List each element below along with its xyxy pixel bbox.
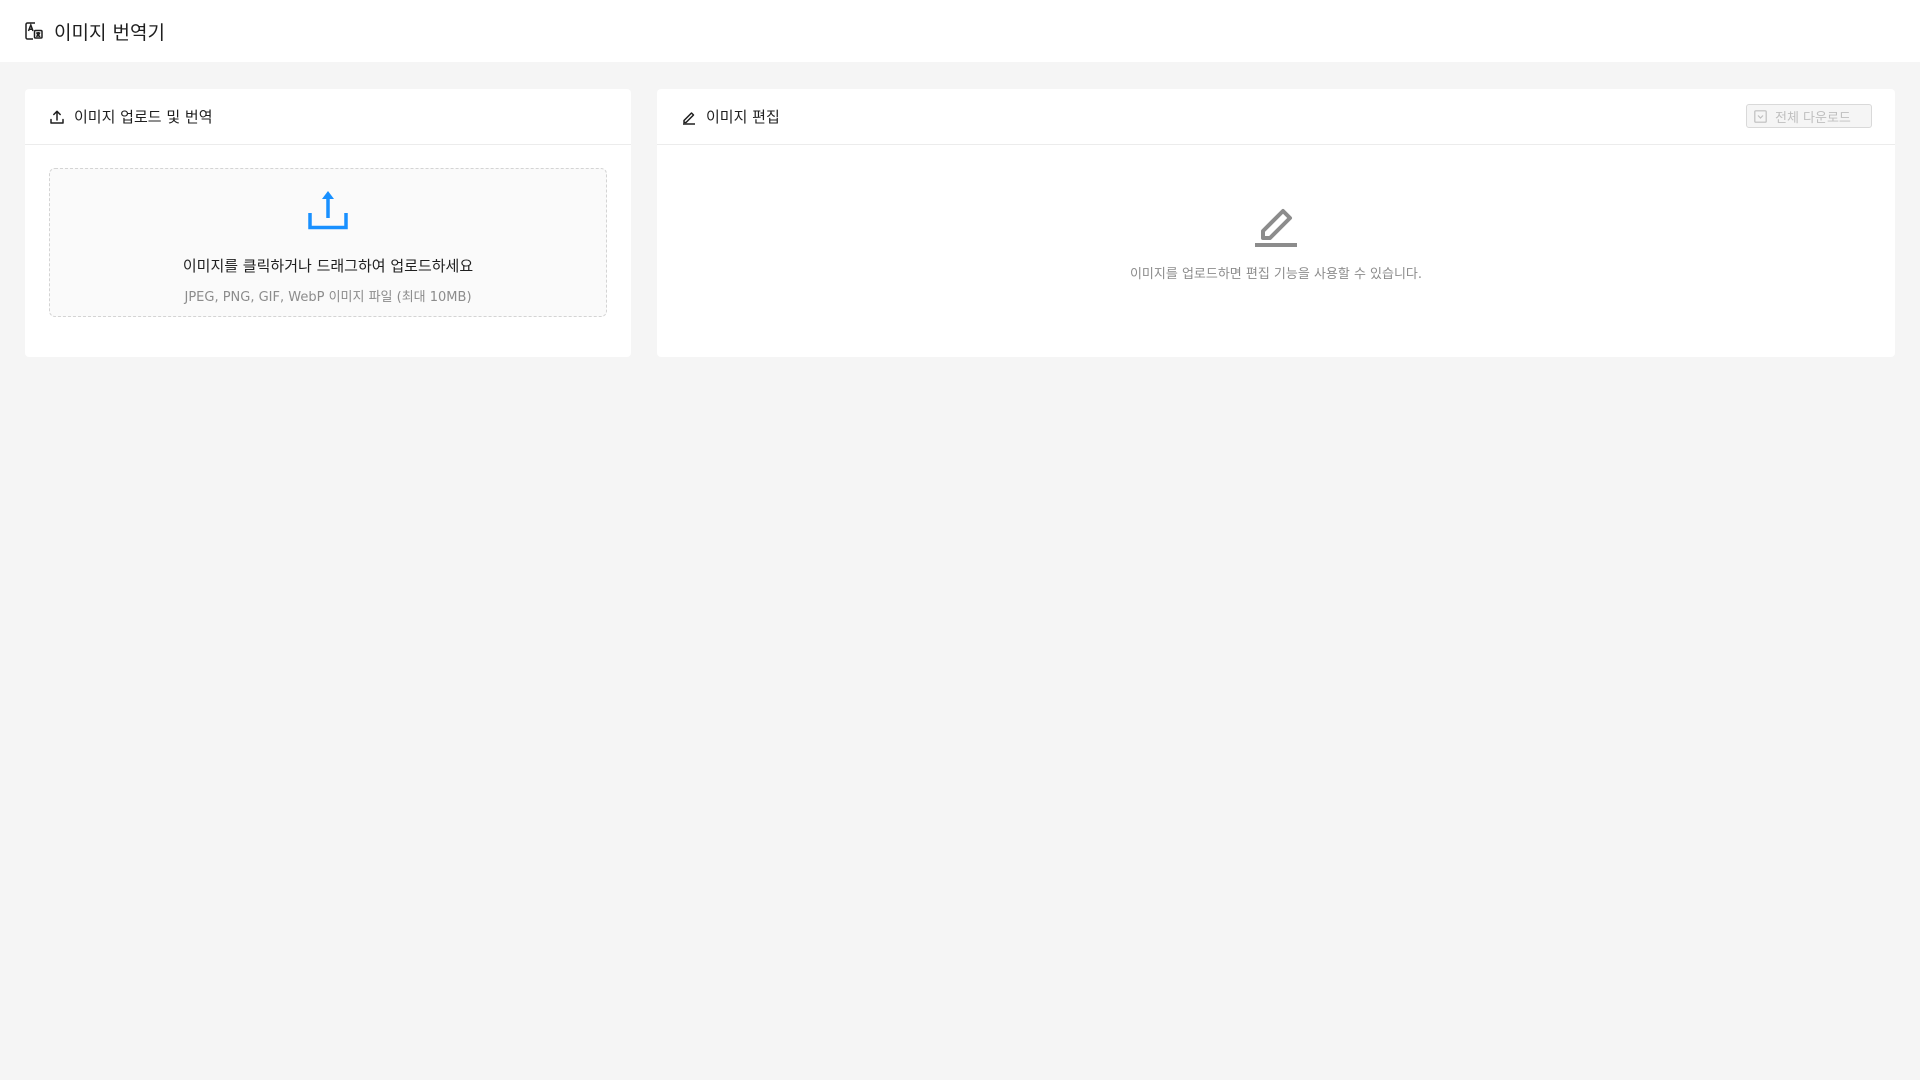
app-title: 이미지 번역기 (54, 21, 165, 44)
edit-panel-title: 이미지 편집 (706, 108, 780, 126)
edit-icon (1253, 201, 1299, 247)
edit-panel-header: 이미지 편집 전체 다운로드 (657, 89, 1895, 145)
edit-empty-text: 이미지를 업로드하면 편집 기능을 사용할 수 있습니다. (1129, 267, 1423, 282)
edit-empty-state: 이미지를 업로드하면 편집 기능을 사용할 수 있습니다. (657, 145, 1895, 357)
download-all-label: 전체 다운로드 (1775, 110, 1851, 126)
upload-panel: 이미지 업로드 및 번역 이미지를 클릭하거나 드래그하여 업로드하세요 JPE… (25, 89, 631, 357)
edit-panel: 이미지 편집 전체 다운로드 이미지를 업로드하면 편집 기능을 사용할 수 있… (657, 89, 1895, 357)
download-all-button[interactable]: 전체 다운로드 (1746, 104, 1872, 128)
download-icon (1754, 109, 1767, 123)
upload-panel-header: 이미지 업로드 및 번역 (25, 89, 631, 145)
upload-arrow-icon (306, 189, 350, 231)
upload-instruction: 이미지를 클릭하거나 드래그하여 업로드하세요 (182, 257, 474, 275)
upload-panel-title: 이미지 업로드 및 번역 (74, 108, 213, 126)
image-translate-icon (24, 21, 44, 41)
upload-hint: JPEG, PNG, GIF, WebP 이미지 파일 (최대 10MB) (184, 290, 472, 305)
upload-dropzone[interactable]: 이미지를 클릭하거나 드래그하여 업로드하세요 JPEG, PNG, GIF, … (49, 168, 607, 317)
app-header: 이미지 번역기 (0, 0, 1920, 62)
edit-icon (681, 109, 697, 125)
upload-icon (49, 109, 65, 125)
